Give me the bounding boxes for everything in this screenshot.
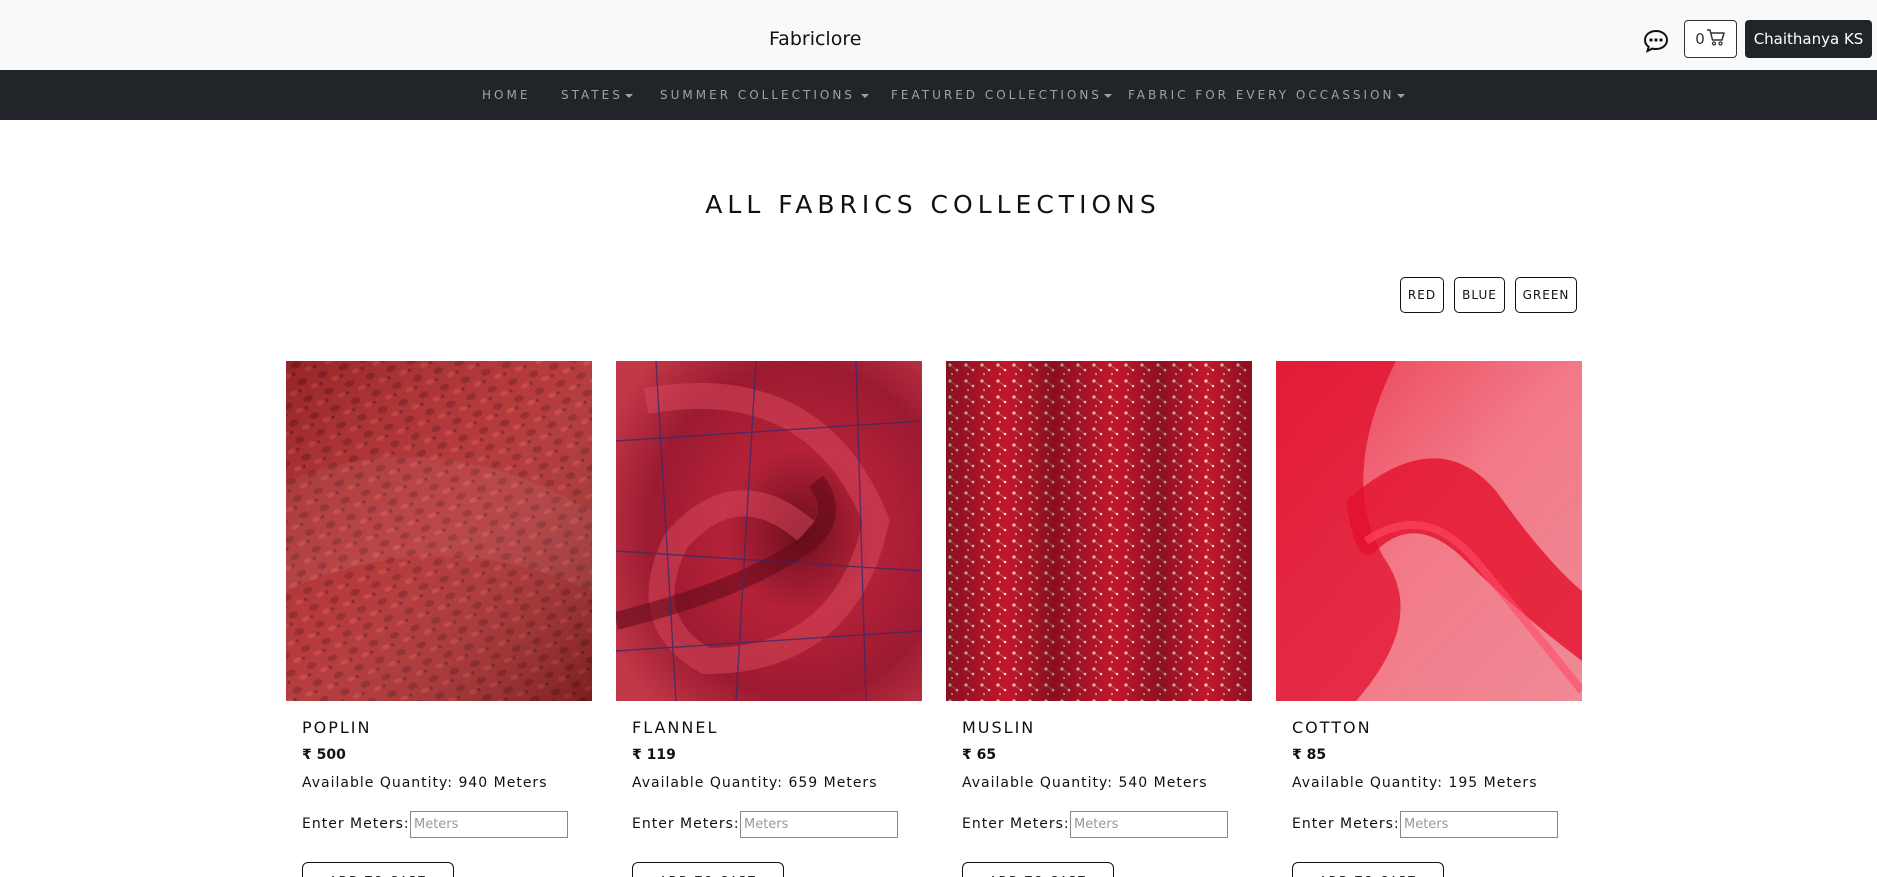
add-to-cart-button[interactable]: ADD TO CART <box>632 862 784 877</box>
product-card-poplin: POPLIN ₹ 500 Available Quantity: 940 Met… <box>286 361 592 877</box>
chevron-down-icon <box>860 93 869 98</box>
product-card-flannel: FLANNEL ₹ 119 Available Quantity: 659 Me… <box>616 361 922 877</box>
nav-label: FABRIC FOR EVERY OCCASSION <box>1128 88 1395 102</box>
product-quantity: Available Quantity: 195 Meters <box>1292 775 1538 791</box>
filter-blue-button[interactable]: BLUE <box>1454 277 1505 313</box>
product-card-muslin: MUSLIN ₹ 65 Available Quantity: 540 Mete… <box>946 361 1252 877</box>
nav-states[interactable]: STATES <box>561 88 633 102</box>
product-quantity: Available Quantity: 659 Meters <box>632 775 878 791</box>
chevron-down-icon <box>1103 93 1112 98</box>
nav-home[interactable]: HOME <box>482 88 530 102</box>
page-title: ALL FABRICS COLLECTIONS <box>705 190 1161 219</box>
product-quantity: Available Quantity: 540 Meters <box>962 775 1208 791</box>
meters-input[interactable] <box>1070 811 1228 838</box>
product-name: POPLIN <box>302 718 372 737</box>
meters-input[interactable] <box>740 811 898 838</box>
add-to-cart-button[interactable]: ADD TO CART <box>962 862 1114 877</box>
chevron-down-icon <box>1396 93 1405 98</box>
cart-button[interactable]: 0 <box>1684 20 1737 58</box>
product-price: ₹ 65 <box>962 747 997 763</box>
product-image-flannel[interactable] <box>616 361 922 701</box>
nav-label: STATES <box>561 88 623 102</box>
product-image-muslin[interactable] <box>946 361 1252 701</box>
product-name: COTTON <box>1292 718 1372 737</box>
user-account-button[interactable]: Chaithanya KS <box>1745 20 1872 58</box>
main-navbar: HOME STATES SUMMER COLLECTIONS FEATURED … <box>0 70 1877 120</box>
meters-input[interactable] <box>410 811 568 838</box>
nav-featured-collections[interactable]: FEATURED COLLECTIONS <box>891 88 1112 102</box>
product-card-cotton: COTTON ₹ 85 Available Quantity: 195 Mete… <box>1276 361 1582 877</box>
nav-fabric-every-occasion[interactable]: FABRIC FOR EVERY OCCASSION <box>1128 88 1405 102</box>
add-to-cart-button[interactable]: ADD TO CART <box>302 862 454 877</box>
meters-input[interactable] <box>1400 811 1558 838</box>
nav-summer-collections[interactable]: SUMMER COLLECTIONS <box>660 88 869 102</box>
nav-label: SUMMER COLLECTIONS <box>660 88 855 102</box>
cart-count: 0 <box>1695 30 1705 48</box>
filter-red-button[interactable]: RED <box>1400 277 1444 313</box>
add-to-cart-button[interactable]: ADD TO CART <box>1292 862 1444 877</box>
filter-green-button[interactable]: GREEN <box>1515 277 1577 313</box>
chevron-down-icon <box>624 93 633 98</box>
product-price: ₹ 85 <box>1292 747 1327 763</box>
product-price: ₹ 119 <box>632 747 676 763</box>
product-image-poplin[interactable] <box>286 361 592 701</box>
nav-label: FEATURED COLLECTIONS <box>891 88 1102 102</box>
product-name: MUSLIN <box>962 718 1036 737</box>
top-bar: Fabriclore 0 Chaithanya KS <box>0 0 1877 70</box>
product-image-cotton[interactable] <box>1276 361 1582 701</box>
product-quantity: Available Quantity: 940 Meters <box>302 775 548 791</box>
meters-label: Enter Meters: <box>302 816 410 832</box>
cart-icon <box>1706 27 1726 51</box>
meters-label: Enter Meters: <box>632 816 740 832</box>
meters-label: Enter Meters: <box>1292 816 1400 832</box>
chat-icon[interactable] <box>1642 27 1670 55</box>
meters-label: Enter Meters: <box>962 816 1070 832</box>
brand-logo[interactable]: Fabriclore <box>769 28 861 50</box>
product-price: ₹ 500 <box>302 747 346 763</box>
nav-label: HOME <box>482 88 531 102</box>
product-name: FLANNEL <box>632 718 719 737</box>
